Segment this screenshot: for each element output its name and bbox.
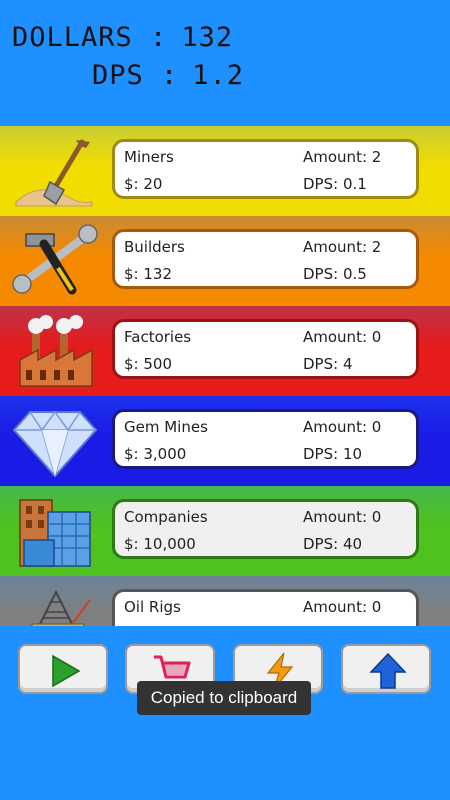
diamond-icon xyxy=(12,410,98,478)
item-row-factories[interactable]: Factories Amount: 0 $: 500 DPS: 4 xyxy=(0,306,450,396)
item-name: Companies xyxy=(124,508,208,526)
item-row-miners[interactable]: Miners Amount: 2 $: 20 DPS: 0.1 xyxy=(0,126,450,216)
item-row-builders[interactable]: Builders Amount: 2 $: 132 DPS: 0.5 xyxy=(0,216,450,306)
item-amount: Amount: 0 xyxy=(303,328,382,346)
item-amount: Amount: 2 xyxy=(303,148,382,166)
item-dps: DPS: 0.1 xyxy=(303,175,367,193)
dps-label: DPS : xyxy=(92,60,179,91)
item-dps: DPS: 0.5 xyxy=(303,265,367,283)
shovel-icon xyxy=(15,139,93,207)
item-price: $: 132 xyxy=(124,265,172,283)
item-name: Miners xyxy=(124,148,174,166)
upgrade-list[interactable]: Miners Amount: 2 $: 20 DPS: 0.1 Builders… xyxy=(0,126,450,626)
item-row-companies[interactable]: Companies Amount: 0 $: 10,000 DPS: 40 xyxy=(0,486,450,576)
item-card-oil-rigs[interactable]: Oil Rigs Amount: 0 xyxy=(112,589,419,626)
item-price: $: 20 xyxy=(124,175,163,193)
item-card-gem-mines[interactable]: Gem Mines Amount: 0 $: 3,000 DPS: 10 xyxy=(112,409,419,469)
arrow-up-icon xyxy=(369,652,407,689)
item-card-builders[interactable]: Builders Amount: 2 $: 132 DPS: 0.5 xyxy=(112,229,419,289)
oil-rig-icon xyxy=(31,589,91,626)
item-card-companies[interactable]: Companies Amount: 0 $: 10,000 DPS: 40 xyxy=(112,499,419,559)
building-icon xyxy=(19,499,91,567)
play-button[interactable] xyxy=(18,644,108,694)
item-amount: Amount: 0 xyxy=(303,598,382,616)
stats-header: DOLLARS : 132 DPS : 1.2 xyxy=(0,0,450,126)
item-dps: DPS: 4 xyxy=(303,355,353,373)
item-name: Factories xyxy=(124,328,192,346)
item-dps: DPS: 10 xyxy=(303,445,363,463)
play-icon xyxy=(52,654,81,688)
item-name: Builders xyxy=(124,238,185,256)
item-amount: Amount: 2 xyxy=(303,238,382,256)
tools-icon xyxy=(12,224,98,295)
dps-readout: DPS : 1.2 xyxy=(92,60,244,91)
item-row-oil-rigs[interactable]: Oil Rigs Amount: 0 xyxy=(0,576,450,626)
item-card-factories[interactable]: Factories Amount: 0 $: 500 DPS: 4 xyxy=(112,319,419,379)
item-price: $: 3,000 xyxy=(124,445,187,463)
upgrade-button[interactable] xyxy=(341,644,431,694)
dollars-readout: DOLLARS : 132 xyxy=(12,22,233,53)
item-amount: Amount: 0 xyxy=(303,508,382,526)
item-dps: DPS: 40 xyxy=(303,535,363,553)
item-name: Gem Mines xyxy=(124,418,208,436)
dps-value: 1.2 xyxy=(192,60,245,91)
dollars-value: 132 xyxy=(181,22,234,53)
item-name: Oil Rigs xyxy=(124,598,181,616)
dollars-label: DOLLARS : xyxy=(12,22,168,53)
item-price: $: 500 xyxy=(124,355,172,373)
item-row-gem-mines[interactable]: Gem Mines Amount: 0 $: 3,000 DPS: 10 xyxy=(0,396,450,486)
item-card-miners[interactable]: Miners Amount: 2 $: 20 DPS: 0.1 xyxy=(112,139,419,199)
item-amount: Amount: 0 xyxy=(303,418,382,436)
item-price: $: 10,000 xyxy=(124,535,196,553)
factory-icon xyxy=(19,315,93,387)
toast-message: Copied to clipboard xyxy=(137,681,311,715)
